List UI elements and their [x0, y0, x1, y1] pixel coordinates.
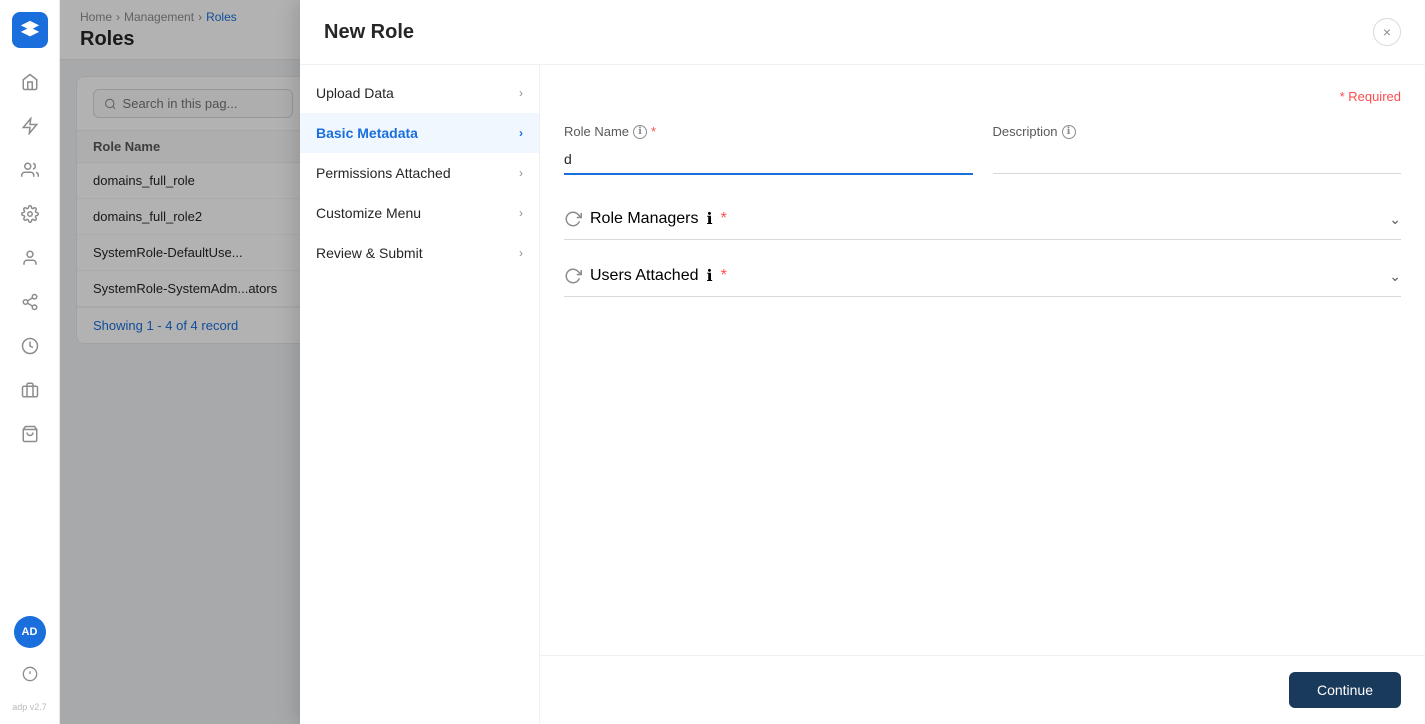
- step-review-chevron: ›: [519, 246, 523, 260]
- role-managers-row: Role Managers ℹ *: [564, 209, 727, 229]
- step-permissions-chevron: ›: [519, 166, 523, 180]
- modal-close-button[interactable]: ×: [1373, 18, 1401, 46]
- role-name-required: *: [651, 124, 656, 139]
- role-managers-required: *: [721, 210, 727, 228]
- sidebar-icon-workflow[interactable]: [12, 284, 48, 320]
- users-attached-dropdown[interactable]: Users Attached ℹ * ⌄: [564, 256, 1401, 297]
- step-customize-label: Customize Menu: [316, 205, 421, 221]
- step-upload-chevron: ›: [519, 86, 523, 100]
- step-customize-menu[interactable]: Customize Menu ›: [300, 193, 539, 233]
- form-wrapper: * Required Role Name ℹ *: [540, 65, 1425, 724]
- refresh-icon-managers: [564, 210, 582, 228]
- sidebar: AD adp v2.7: [0, 0, 60, 724]
- sidebar-icon-team[interactable]: [12, 372, 48, 408]
- step-upload-data[interactable]: Upload Data ›: [300, 73, 539, 113]
- users-attached-required: *: [721, 267, 727, 285]
- step-upload-data-label: Upload Data: [316, 85, 394, 101]
- modal-overlay: New Role × Upload Data › Basic Metadata …: [60, 0, 1425, 724]
- role-name-field: Role Name ℹ *: [564, 124, 973, 175]
- sidebar-icon-settings[interactable]: [12, 196, 48, 232]
- description-label: Description ℹ: [993, 124, 1402, 139]
- step-customize-chevron: ›: [519, 206, 523, 220]
- step-review-label: Review & Submit: [316, 245, 423, 261]
- step-permissions-label: Permissions Attached: [316, 165, 451, 181]
- modal-header: New Role ×: [300, 0, 1425, 65]
- step-basic-metadata[interactable]: Basic Metadata ›: [300, 113, 539, 153]
- sidebar-icon-group[interactable]: [12, 152, 48, 188]
- form-row-names: Role Name ℹ * Description ℹ: [564, 124, 1401, 175]
- modal-title: New Role: [324, 21, 414, 44]
- users-attached-label: Users Attached: [590, 267, 699, 285]
- role-managers-label: Role Managers: [590, 210, 699, 228]
- form-content: * Required Role Name ℹ *: [540, 65, 1425, 655]
- role-managers-info-icon[interactable]: ℹ: [707, 209, 713, 229]
- step-basic-metadata-label: Basic Metadata: [316, 125, 418, 141]
- step-permissions-attached[interactable]: Permissions Attached ›: [300, 153, 539, 193]
- app-logo[interactable]: [12, 12, 48, 48]
- sidebar-icon-bag[interactable]: [12, 416, 48, 452]
- step-basic-metadata-chevron: ›: [519, 126, 523, 140]
- description-info-icon[interactable]: ℹ: [1062, 125, 1076, 139]
- user-avatar[interactable]: AD: [14, 616, 46, 648]
- description-input[interactable]: [993, 145, 1402, 174]
- main-area: Home › Management › Roles Roles Showing …: [60, 0, 1425, 724]
- sidebar-icon-flash[interactable]: [12, 108, 48, 144]
- new-role-modal: New Role × Upload Data › Basic Metadata …: [300, 0, 1425, 724]
- steps-sidebar: Upload Data › Basic Metadata › Permissio…: [300, 65, 540, 724]
- step-review-submit[interactable]: Review & Submit ›: [300, 233, 539, 273]
- continue-button[interactable]: Continue: [1289, 672, 1401, 708]
- modal-body: Upload Data › Basic Metadata › Permissio…: [300, 65, 1425, 724]
- description-field: Description ℹ: [993, 124, 1402, 175]
- required-note: * Required: [564, 89, 1401, 104]
- sidebar-icon-person[interactable]: [12, 240, 48, 276]
- role-name-info-icon[interactable]: ℹ: [633, 125, 647, 139]
- refresh-icon-users: [564, 267, 582, 285]
- version-label: adp v2.7: [12, 702, 47, 712]
- role-name-input[interactable]: [564, 145, 973, 175]
- sidebar-icon-home[interactable]: [12, 64, 48, 100]
- users-attached-chevron: ⌄: [1389, 268, 1401, 285]
- role-name-label: Role Name ℹ *: [564, 124, 973, 139]
- users-attached-info-icon[interactable]: ℹ: [707, 266, 713, 286]
- form-footer: Continue: [540, 655, 1425, 724]
- role-managers-chevron: ⌄: [1389, 211, 1401, 228]
- info-icon[interactable]: [12, 656, 48, 692]
- role-managers-dropdown[interactable]: Role Managers ℹ * ⌄: [564, 199, 1401, 240]
- users-attached-row: Users Attached ℹ *: [564, 266, 727, 286]
- sidebar-icon-clock[interactable]: [12, 328, 48, 364]
